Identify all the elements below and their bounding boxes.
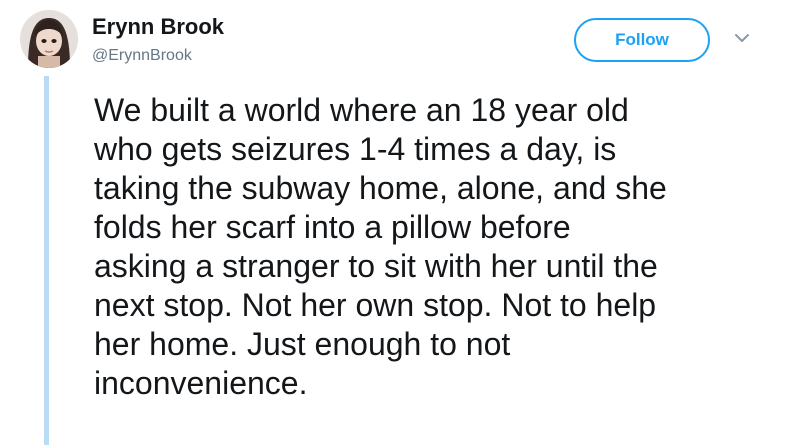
user-handle[interactable]: @ErynnBrook	[92, 47, 192, 65]
tweet-line: We built a world where an 18 year old	[94, 92, 629, 128]
display-name[interactable]: Erynn Brook	[92, 14, 224, 40]
tweet-line: inconvenience.	[94, 365, 308, 401]
tweet-line: taking the subway home, alone, and she	[94, 170, 667, 206]
follow-button[interactable]: Follow	[574, 18, 710, 62]
chevron-down-icon[interactable]	[734, 32, 750, 44]
tweet-line: folds her scarf into a pillow before	[94, 209, 571, 245]
tweet-text: We built a world where an 18 year old wh…	[94, 91, 784, 403]
tweet-line: next stop. Not her own stop. Not to help	[94, 287, 657, 323]
avatar[interactable]	[20, 10, 78, 68]
thread-line	[44, 76, 49, 445]
tweet-line: her home. Just enough to not	[94, 326, 511, 362]
tweet-line: asking a stranger to sit with her until …	[94, 248, 658, 284]
avatar-portrait-icon	[20, 10, 78, 68]
tweet-line: who gets seizures 1-4 times a day, is	[94, 131, 617, 167]
